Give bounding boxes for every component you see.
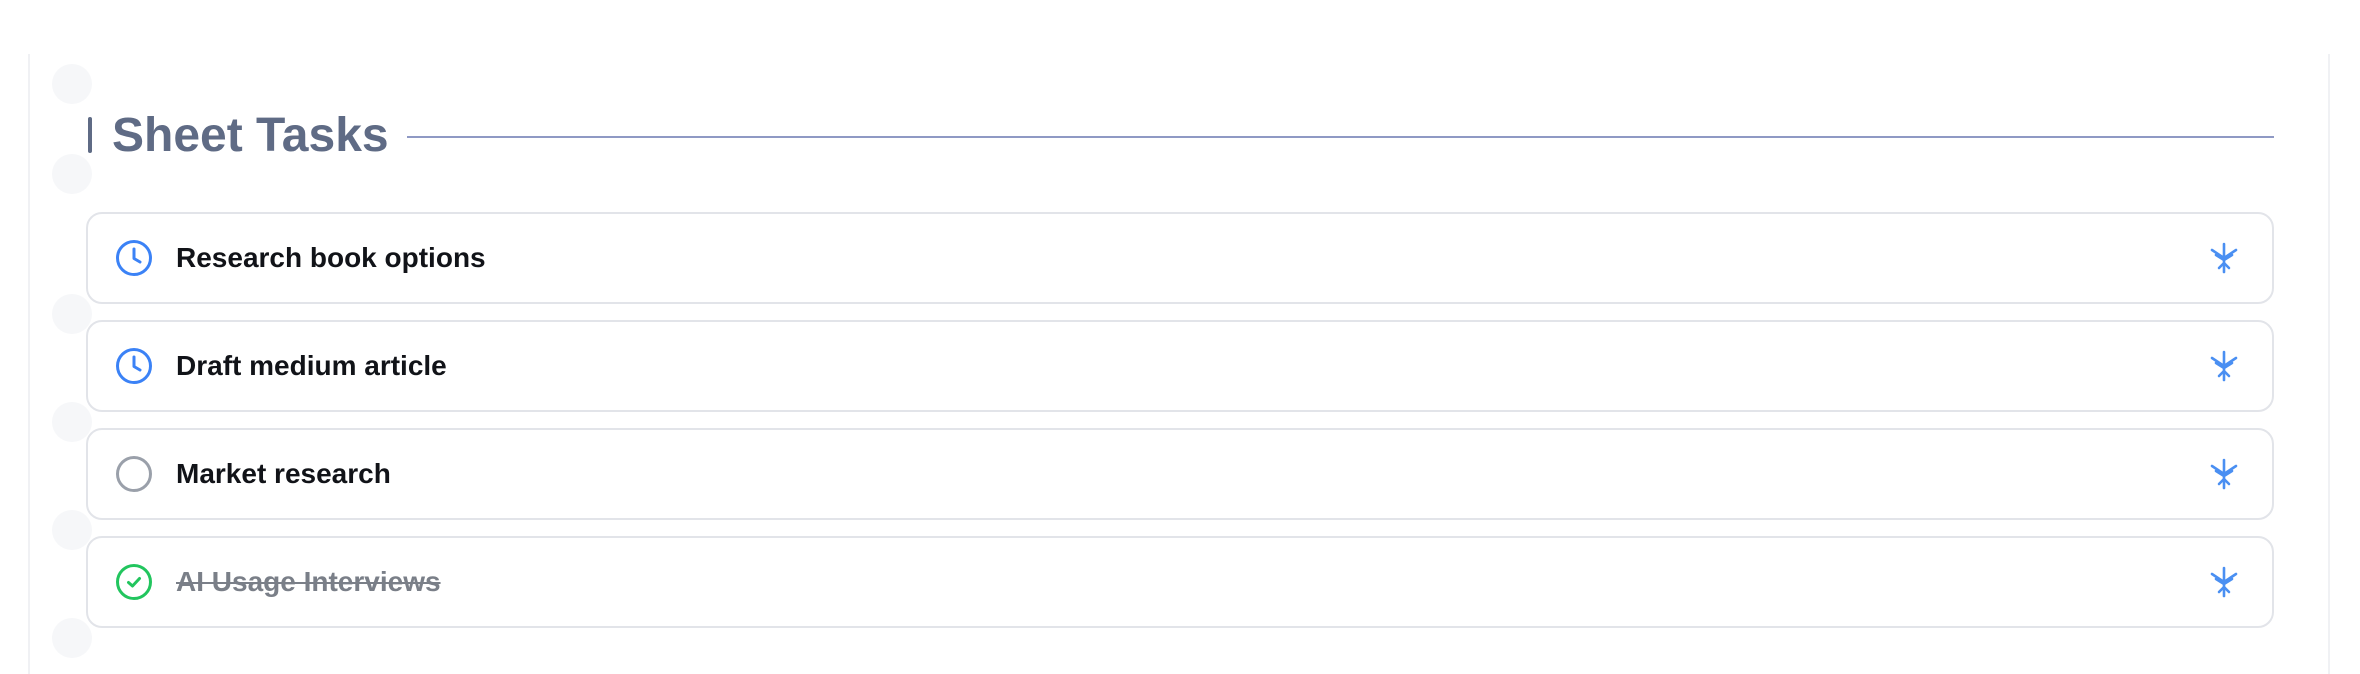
task-item[interactable]: AI Usage Interviews xyxy=(86,536,2274,628)
ai-sparkle-icon[interactable] xyxy=(2204,346,2244,386)
task-label: Research book options xyxy=(176,242,486,273)
task-label: Market research xyxy=(176,458,391,489)
task-label: Draft medium article xyxy=(176,350,447,381)
check-circle-icon[interactable] xyxy=(114,562,154,602)
header-divider xyxy=(406,136,2274,138)
faded-handle-dot xyxy=(52,64,92,104)
ai-sparkle-icon[interactable] xyxy=(2204,238,2244,278)
ai-sparkle-icon[interactable] xyxy=(2204,562,2244,602)
empty-circle-icon[interactable] xyxy=(114,454,154,494)
task-item[interactable]: Research book options xyxy=(86,212,2274,304)
task-label: AI Usage Interviews xyxy=(176,566,441,597)
section-header: Sheet Tasks xyxy=(86,100,2274,170)
section-title: Sheet Tasks xyxy=(112,108,389,162)
clock-icon[interactable] xyxy=(114,238,154,278)
task-item[interactable]: Market research xyxy=(86,428,2274,520)
ai-sparkle-icon[interactable] xyxy=(2204,454,2244,494)
header-accent-bar xyxy=(88,117,92,153)
clock-icon[interactable] xyxy=(114,346,154,386)
task-list: Research book options Draft medium artic… xyxy=(86,212,2274,644)
task-item[interactable]: Draft medium article xyxy=(86,320,2274,412)
